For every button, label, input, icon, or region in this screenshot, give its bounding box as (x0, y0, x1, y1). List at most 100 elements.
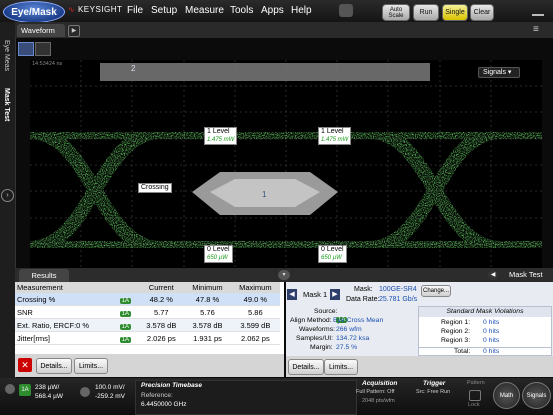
source-badge: 1A (117, 305, 139, 319)
maximum-value: 5.86 (230, 305, 280, 319)
acquisition-title: Acquisition (362, 380, 398, 387)
menu-apps[interactable]: Apps (261, 5, 284, 16)
marker-1-level-left[interactable]: 1 Level 1.475 mW (204, 127, 238, 145)
acquisition-line2: 2048 pts/wfm (362, 398, 395, 404)
marker-0-level-left[interactable]: 0 Level 650 µW (204, 245, 233, 263)
data-rate-value: 25.781 Gb/s (379, 296, 418, 303)
measurement-name: Crossing % (15, 293, 118, 306)
timestamp-label: 14:53424 ns (32, 61, 63, 67)
single-button[interactable]: Single (442, 4, 468, 21)
margin-label: Margin: (310, 344, 333, 351)
ch2-indicator-icon[interactable] (80, 387, 90, 397)
trigger-source[interactable]: Src: Free Run (416, 389, 450, 395)
marker-crossing[interactable]: Crossing (138, 183, 172, 193)
table-row[interactable]: Ext. Ratio, ERCF:0 % 1A 3.578 dB 3.578 d… (15, 318, 280, 332)
marker-title: 1 Level (321, 128, 344, 135)
mask-title: Mask 1 (303, 290, 328, 299)
dual-grid-icon[interactable] (35, 42, 51, 56)
brand-text: KEYSIGHT (77, 5, 123, 14)
pattern-label: Pattern (467, 380, 485, 386)
chevron-down-icon: ▾ (507, 69, 512, 76)
results-details-button[interactable]: Details... (36, 358, 72, 374)
table-row[interactable]: SNR 1A 5.77 5.76 5.86 (15, 305, 280, 319)
clear-button[interactable]: Clear (470, 4, 494, 21)
camera-icon[interactable] (339, 4, 353, 17)
table-row[interactable]: Crossing % 1A 48.2 % 47.8 % 49.0 % (15, 293, 280, 306)
lock-icon[interactable] (469, 390, 481, 401)
mask-details-button[interactable]: Details... (288, 359, 324, 375)
change-mask-button[interactable]: Change... (421, 285, 451, 297)
waveform-header (15, 22, 553, 38)
marker-title: 0 Level (207, 246, 230, 253)
signals-button[interactable]: Signals (522, 382, 551, 409)
waveforms-label: Waveforms: (299, 326, 336, 333)
ch1-indicator-icon[interactable] (5, 384, 15, 394)
source-label: 1A (119, 297, 132, 304)
minimum-value: 5.76 (184, 305, 231, 319)
current-value: 48.2 % (138, 293, 185, 306)
region-2-value: 0 hits (483, 328, 500, 335)
menu-file[interactable]: File (127, 5, 143, 16)
measurement-name: Jitter[rms] (15, 331, 118, 345)
results-limits-button[interactable]: Limits... (74, 358, 108, 374)
source-badge: 1A (117, 293, 139, 306)
samples-label: Samples/UI: (296, 335, 334, 342)
signals-label: Signals (483, 69, 506, 76)
waveform-tab[interactable]: Waveform (17, 24, 65, 37)
run-button[interactable]: Run (413, 4, 439, 21)
ch1-badge[interactable]: 1A (19, 384, 31, 396)
table-row[interactable]: Jitter[rms] 1A 2.026 ps 1.931 ps 2.062 p… (15, 331, 280, 345)
column-header: Minimum (184, 282, 231, 293)
menu-measure[interactable]: Measure (185, 5, 224, 16)
column-header: Maximum (230, 282, 280, 293)
align-method-value: Eye Cross Mean (333, 317, 384, 324)
maximum-value: 2.062 ps (230, 331, 280, 345)
math-button[interactable]: Math (493, 382, 520, 409)
next-mask-icon[interactable]: ▶ (330, 289, 340, 300)
play-icon[interactable]: ▶ (68, 25, 80, 37)
menu-setup[interactable]: Setup (151, 5, 177, 16)
mask-region-2 (100, 63, 430, 81)
left-tab-strip: Eye Meas Mask Test › (0, 22, 16, 378)
menu-tools[interactable]: Tools (230, 5, 253, 16)
mask-limits-button[interactable]: Limits... (324, 359, 358, 375)
autoscale-button[interactable]: Auto Scale (382, 4, 410, 21)
tab-eye-meas[interactable]: Eye Meas (3, 40, 10, 71)
hamburger-menu-icon[interactable]: ≡ (533, 24, 545, 36)
maximum-value: 3.599 dB (230, 318, 280, 332)
mask-test-panel: ◀ Mask 1 ▶ Mask: 100GE-SR4 Change... Dat… (286, 282, 553, 377)
source-label: 1A (119, 336, 132, 343)
mask-region-1-label: 1 (262, 190, 267, 199)
keysight-wave-icon: ∿ (68, 5, 76, 14)
delete-icon[interactable]: ✕ (18, 358, 32, 372)
eye-mask-mode-button[interactable]: Eye/Mask (3, 1, 65, 23)
marker-0-level-right[interactable]: 0 Level 650 µW (318, 245, 347, 263)
column-header: Measurement (15, 282, 139, 293)
data-rate-label: Data Rate: (346, 296, 380, 303)
measurement-name: SNR (15, 305, 118, 319)
signals-dropdown[interactable]: Signals ▾ (478, 67, 520, 78)
total-label: Total: (454, 348, 471, 355)
expand-left-icon[interactable]: › (1, 189, 14, 202)
maximum-value: 49.0 % (230, 293, 280, 306)
menu-help[interactable]: Help (291, 5, 312, 16)
region-3-label: Region 3: (441, 337, 471, 344)
window-controls[interactable] (530, 5, 548, 17)
mask-name-label: Mask: (354, 286, 373, 293)
waveform-display[interactable] (30, 60, 542, 270)
collapse-panel-icon[interactable]: ▾ (278, 270, 290, 280)
tab-mask-test[interactable]: Mask Test (3, 88, 10, 121)
minimize-icon[interactable] (530, 6, 548, 18)
column-header: Current (138, 282, 185, 293)
region-1-value: 0 hits (483, 319, 500, 326)
measurement-name: Ext. Ratio, ERCF:0 % (15, 318, 118, 332)
chevron-left-icon[interactable]: ◀ (488, 270, 498, 280)
eye-diagram (30, 60, 542, 270)
results-tab[interactable]: Results (19, 269, 69, 282)
region-1-label: Region 1: (441, 319, 471, 326)
marker-1-level-right[interactable]: 1 Level 1.475 mW (318, 127, 352, 145)
single-grid-icon[interactable] (18, 42, 34, 56)
prev-mask-icon[interactable]: ◀ (287, 289, 297, 300)
region-2-label: Region 2: (441, 328, 471, 335)
mask-test-title: Mask Test (509, 270, 543, 279)
